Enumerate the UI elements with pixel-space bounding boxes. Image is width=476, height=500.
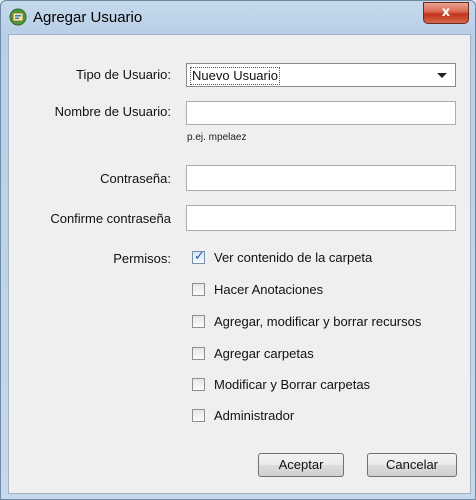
checkbox[interactable] (192, 378, 205, 391)
username-hint: p.ej. mpelaez (187, 132, 247, 143)
permission-label: Agregar, modificar y borrar recursos (214, 314, 422, 329)
checkbox[interactable] (192, 315, 205, 328)
username-field[interactable] (186, 101, 456, 125)
chevron-down-icon[interactable] (437, 73, 447, 78)
permission-label: Agregar carpetas (214, 346, 314, 361)
username-label: Nombre de Usuario: (54, 104, 171, 119)
window-title: Agregar Usuario (33, 9, 143, 26)
password-field[interactable] (186, 165, 456, 191)
title-bar[interactable]: Agregar Usuario x (1, 1, 475, 35)
cancel-button[interactable]: Cancelar (367, 453, 457, 477)
app-icon (9, 8, 27, 26)
permission-label: Ver contenido de la carpeta (214, 250, 373, 265)
checkbox[interactable] (192, 409, 205, 422)
user-type-select[interactable]: Nuevo Usuario (186, 63, 456, 87)
checkbox[interactable] (192, 283, 205, 296)
add-user-dialog: Agregar Usuario x Tipo de Usuario: Nuevo… (0, 0, 476, 500)
accept-button[interactable]: Aceptar (258, 453, 344, 477)
close-icon: x (441, 5, 451, 20)
confirm-password-field[interactable] (186, 205, 456, 231)
close-button[interactable]: x (423, 2, 469, 24)
permissions-label: Permisos: (113, 251, 171, 266)
user-type-selected: Nuevo Usuario (190, 67, 280, 85)
checkmark-icon: ✓ (194, 249, 205, 264)
dialog-body: Tipo de Usuario: Nuevo Usuario Nombre de… (8, 34, 471, 494)
confirm-password-label: Confirme contraseña (50, 211, 171, 226)
checkbox-checked[interactable]: ✓ (192, 249, 205, 264)
checkbox[interactable] (192, 347, 205, 360)
password-label: Contraseña: (100, 171, 171, 186)
permission-label: Administrador (214, 408, 295, 423)
permission-label: Modificar y Borrar carpetas (214, 377, 371, 392)
permission-label: Hacer Anotaciones (214, 282, 324, 297)
user-type-label: Tipo de Usuario: (76, 67, 171, 82)
